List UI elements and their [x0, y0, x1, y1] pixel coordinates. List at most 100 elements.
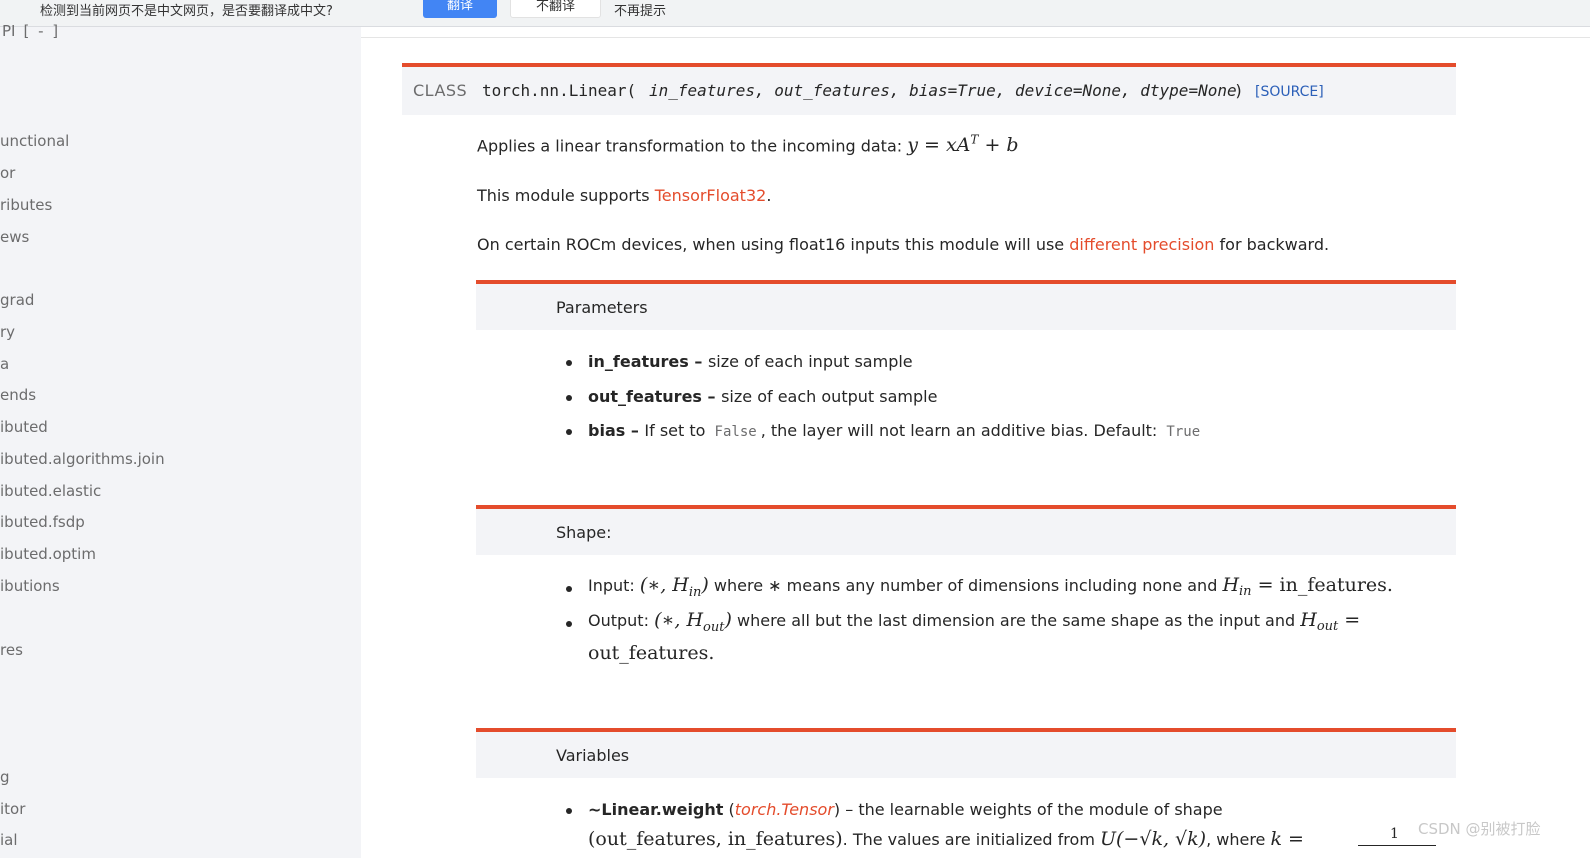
sidebar-item-g[interactable]: g: [0, 768, 10, 786]
rocm-pre: On certain ROCm devices, when using floa…: [477, 235, 1070, 254]
input-eq-rest: = in_features.: [1251, 574, 1393, 596]
output-label: Output:: [588, 611, 655, 630]
no-translate-button[interactable]: 不翻译: [510, 0, 601, 18]
parameters-heading: Parameters: [556, 298, 648, 317]
k-fraction-bar: [1358, 845, 1436, 846]
shape-heading: Shape:: [556, 523, 612, 542]
k-formula: k =: [1270, 828, 1304, 850]
tf32-post: .: [766, 186, 772, 205]
input-eq-sub: in: [1239, 584, 1252, 600]
description-text: Applies a linear transformation to the i…: [477, 136, 903, 156]
weight-init-text: . The values are initialized from: [842, 830, 1100, 849]
param-name: in_features: [588, 352, 689, 371]
description-line-3: On certain ROCm devices, when using floa…: [477, 235, 1329, 254]
sidebar-item-backends[interactable]: ends: [0, 386, 36, 404]
code-false: False: [714, 424, 757, 440]
sidebar-item-distributed[interactable]: ibuted: [0, 418, 48, 436]
torch-tensor-link[interactable]: torch.Tensor: [735, 800, 834, 819]
sidebar-item-distributed-fsdp[interactable]: ibuted.fsdp: [0, 513, 85, 531]
class-keyword: CLASS: [413, 81, 468, 100]
sidebar-nav: PI [ - ] unctional or ributes ews grad ry…: [0, 22, 361, 858]
code-true: True: [1166, 424, 1201, 440]
input-desc: where ∗ means any number of dimensions i…: [708, 576, 1223, 595]
sidebar-item-functional[interactable]: unctional: [0, 132, 69, 150]
never-prompt-link[interactable]: 不再提示: [614, 0, 666, 19]
sidebar-api-header: PI [ - ]: [2, 22, 60, 40]
sidebar-item-tensor-views[interactable]: ews: [0, 228, 29, 246]
input-eq-h: H: [1222, 574, 1240, 596]
where-text: , where: [1206, 830, 1271, 849]
input-formula-main: (∗, H: [639, 574, 689, 596]
variable-desc: – the learnable weights of the module of…: [840, 800, 1223, 819]
shape-output-line-2: out_features.: [588, 642, 715, 664]
tensorfloat32-link[interactable]: TensorFloat32: [655, 186, 767, 205]
param-sep: –: [688, 352, 708, 371]
sidebar-item-tensor[interactable]: or: [0, 164, 15, 182]
formula-tail: + b: [978, 134, 1019, 157]
output-formula-sub: out: [703, 619, 725, 635]
input-formula-sub: in: [688, 584, 702, 600]
input-label: Input:: [588, 576, 640, 595]
translate-button[interactable]: 翻译: [423, 0, 497, 18]
bullet-dot: [566, 586, 572, 592]
source-link[interactable]: [SOURCE]: [1255, 84, 1324, 100]
sidebar-item-distributions[interactable]: ibutions: [0, 577, 60, 595]
sidebar-item-autograd[interactable]: grad: [0, 291, 34, 309]
output-formula-close: ): [724, 609, 732, 631]
output-eq-sub: out: [1316, 619, 1339, 635]
input-formula-close: ): [701, 574, 709, 596]
output-formula-main: (∗, H: [654, 609, 704, 631]
output-eq-h: H: [1300, 609, 1317, 631]
parameters-header: Parameters: [476, 280, 1456, 330]
sidebar-item-futures[interactable]: res: [0, 641, 23, 659]
k-fraction-numerator: 1: [1390, 826, 1399, 842]
rocm-post: for backward.: [1214, 235, 1330, 254]
output-desc: where all but the last dimension are the…: [731, 611, 1301, 630]
tf32-pre: This module supports: [477, 186, 655, 205]
weight-init-formula: U(−√k, √k): [1100, 828, 1207, 850]
formula-main: y = xA: [907, 134, 971, 157]
variables-heading: Variables: [556, 746, 630, 765]
sidebar-item-distributed-optim[interactable]: ibuted.optim: [0, 545, 96, 563]
sidebar-item-distributed-algorithms-join[interactable]: ibuted.algorithms.join: [0, 450, 165, 468]
class-params: in_features, out_features, bias=True, de…: [649, 81, 1237, 100]
translate-bar: 检测到当前网页不是中文网页，是否要翻译成中文? 翻译 不翻译 不再提示: [0, 0, 1590, 27]
variables-header: Variables: [476, 728, 1456, 778]
param-sep: –: [701, 387, 722, 406]
sidebar-item-tensor-attributes[interactable]: ributes: [0, 196, 52, 214]
formula: y = xAT + b: [907, 133, 1019, 157]
variable-name: ~Linear.weight: [588, 800, 724, 819]
sidebar-item-distributed-elastic[interactable]: ibuted.elastic: [0, 482, 101, 500]
param-name: bias: [588, 421, 626, 440]
param-sep: –: [625, 421, 645, 440]
sidebar-api-label: PI: [2, 22, 16, 40]
input-formula: (∗, Hin): [639, 574, 709, 600]
output-formula: (∗, Hout): [654, 609, 732, 635]
different-precision-link[interactable]: different precision: [1069, 235, 1214, 254]
param-name: out_features: [588, 387, 702, 406]
bullet-dot: [566, 360, 572, 366]
class-signature: CLASS torch.nn.Linear( in_features, out_…: [402, 63, 1456, 115]
shape-header: Shape:: [476, 505, 1456, 555]
content-divider: [361, 37, 1590, 38]
variable-weight-line-2: (out_features, in_features). The values …: [588, 828, 1304, 850]
param-desc: size of each input sample: [707, 352, 913, 371]
sidebar-item-monitor[interactable]: itor: [0, 800, 25, 818]
description-line-2: This module supports TensorFloat32.: [477, 186, 771, 205]
class-close-paren: ): [1234, 81, 1244, 100]
csdn-watermark: CSDN @别被打脸: [1418, 820, 1541, 838]
translate-message: 检测到当前网页不是中文网页，是否要翻译成中文?: [40, 4, 333, 19]
class-name: torch.nn.Linear(: [482, 81, 637, 100]
sidebar-item-library[interactable]: ry: [0, 323, 15, 341]
weight-shape-formula: (out_features, in_features): [588, 828, 843, 850]
param-desc: size of each output sample: [721, 387, 938, 406]
bullet-dot: [566, 429, 572, 435]
sidebar-item-special[interactable]: ial: [0, 831, 18, 849]
sidebar-collapse-toggle[interactable]: [ - ]: [23, 22, 60, 40]
param-desc-pre: If set to: [644, 421, 711, 440]
description-line-1: Applies a linear transformation to the i…: [477, 133, 1019, 156]
sidebar-item-cuda[interactable]: a: [0, 355, 9, 373]
param-desc-mid: , the layer will not learn an additive b…: [760, 421, 1163, 440]
bullet-dot: [566, 395, 572, 401]
output-eq-rest: =: [1338, 609, 1361, 631]
